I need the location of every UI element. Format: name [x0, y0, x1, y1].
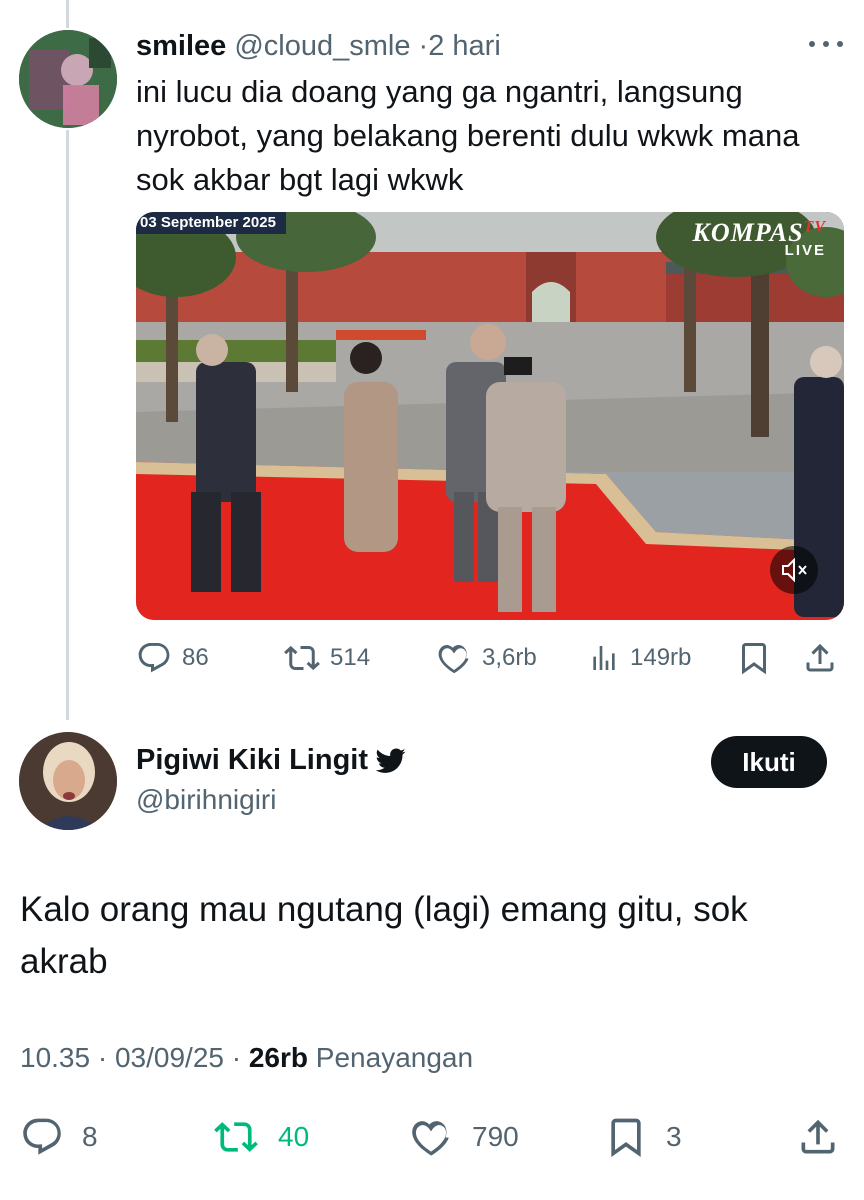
separator: · — [97, 1042, 108, 1073]
share-button[interactable] — [796, 1112, 858, 1162]
bookmark-icon — [611, 1118, 641, 1158]
reply-count: 8 — [82, 1121, 98, 1152]
like-button[interactable]: 3,6rb — [436, 636, 537, 680]
tweet-meta: 10.35 · 03/09/25 · 26rb Penayangan — [20, 1042, 473, 1074]
repost-count: 40 — [278, 1121, 310, 1152]
thread-line — [66, 130, 69, 720]
like-count: 3,6rb — [482, 644, 537, 671]
like-count: 790 — [472, 1121, 519, 1152]
views-count: 26rb — [248, 1042, 309, 1073]
bookmark-button[interactable]: 3 — [604, 1112, 682, 1162]
repost-button[interactable]: 40 — [212, 1112, 309, 1162]
follow-button[interactable]: Ikuti — [711, 736, 827, 788]
tweet-header: smilee @cloud_smle ·2 hari — [136, 28, 501, 64]
reply-icon — [138, 643, 170, 673]
mute-button[interactable] — [770, 546, 818, 594]
date-stamp: 03 September 2025 — [136, 212, 286, 234]
reply-button[interactable]: 86 — [136, 636, 209, 680]
more-options-icon[interactable] — [806, 36, 846, 52]
share-icon — [801, 1119, 835, 1154]
separator: · — [418, 30, 429, 62]
views-button[interactable]: 149rb — [588, 636, 691, 680]
display-name-row: Pigiwi Kiki Lingit — [136, 744, 406, 777]
heart-icon — [438, 645, 469, 673]
views-count: 149rb — [630, 644, 692, 671]
repost-icon — [214, 1122, 258, 1152]
timestamp[interactable]: 2 hari — [428, 30, 501, 62]
reply-icon — [23, 1118, 61, 1155]
handle[interactable]: @cloud_smle — [234, 30, 410, 62]
share-button[interactable] — [802, 636, 848, 680]
volume-muted-icon — [782, 557, 807, 583]
repost-button[interactable]: 514 — [284, 636, 370, 680]
bookmark-button[interactable] — [736, 636, 782, 680]
reply-button[interactable]: 8 — [20, 1112, 98, 1162]
views-label: Penayangan — [315, 1042, 474, 1073]
tweet-actions: 86 514 3,6rb 149rb — [136, 636, 844, 680]
bookmark-icon — [742, 643, 766, 675]
reply-count: 86 — [182, 644, 209, 671]
tweet-text: Kalo orang mau ngutang (lagi) emang gitu… — [20, 890, 748, 981]
views-icon — [593, 646, 615, 670]
bird-icon — [376, 748, 406, 773]
tweet-time[interactable]: 10.35 — [20, 1042, 90, 1073]
display-name[interactable]: smilee — [136, 30, 226, 62]
display-name[interactable]: Pigiwi Kiki Lingit — [136, 744, 368, 777]
heart-icon — [412, 1121, 449, 1156]
repost-count: 514 — [330, 644, 371, 671]
broadcaster-logo: KOMPASTV LIVE — [693, 218, 826, 259]
avatar[interactable] — [19, 732, 117, 830]
video-frame — [136, 212, 844, 620]
share-icon — [806, 643, 834, 672]
tweet-actions-main: 8 40 790 3 — [20, 1112, 844, 1162]
tweet-text: ini lucu dia doang yang ga ngantri, lang… — [136, 74, 800, 197]
repost-icon — [284, 645, 320, 671]
handle[interactable]: @birihnigiri — [136, 784, 276, 816]
like-button[interactable]: 790 — [408, 1112, 519, 1162]
avatar[interactable] — [19, 30, 117, 128]
separator: · — [231, 1042, 242, 1073]
bookmark-count: 3 — [666, 1121, 682, 1152]
broadcaster-suffix: TV — [803, 218, 826, 236]
thread-line-top — [66, 0, 69, 28]
video-player[interactable]: 03 September 2025 KOMPASTV LIVE — [136, 212, 844, 620]
tweet-date[interactable]: 03/09/25 — [115, 1042, 224, 1073]
